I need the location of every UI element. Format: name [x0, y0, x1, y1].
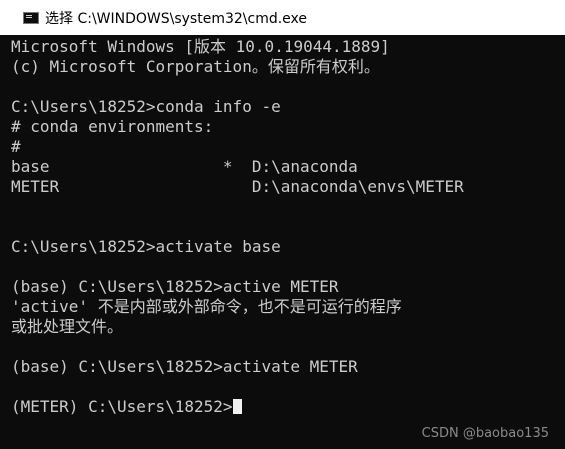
console-line: # conda environments:	[11, 117, 214, 136]
cmd-window: 选择 C:\WINDOWS\system32\cmd.exe Microsoft…	[0, 0, 565, 449]
console-line: 'active' 不是内部或外部命令，也不是可运行的程序	[11, 297, 402, 316]
watermark: CSDN @baobao135	[421, 426, 549, 441]
console-output[interactable]: Microsoft Windows [版本 10.0.19044.1889] (…	[11, 37, 565, 449]
console-line: #	[11, 137, 21, 156]
console-line: base * D:\anaconda	[11, 157, 358, 176]
prompt-line[interactable]: (METER) C:\Users\18252>	[11, 397, 565, 417]
title-bar[interactable]: 选择 C:\WINDOWS\system32\cmd.exe	[0, 0, 565, 35]
console-line: (c) Microsoft Corporation。保留所有权利。	[11, 57, 380, 76]
text-cursor	[232, 399, 242, 414]
console-line: (base) C:\Users\18252>activate METER	[11, 357, 358, 376]
prompt-text: (METER) C:\Users\18252>	[11, 397, 233, 416]
cmd-icon	[23, 11, 39, 24]
window-title: 选择 C:\WINDOWS\system32\cmd.exe	[45, 10, 308, 27]
console-line: 或批处理文件。	[11, 317, 124, 336]
console-line: Microsoft Windows [版本 10.0.19044.1889]	[11, 37, 390, 56]
console-line: C:\Users\18252>conda info -e	[11, 97, 281, 116]
console-line: METER D:\anaconda\envs\METER	[11, 177, 464, 196]
console-line: C:\Users\18252>activate base	[11, 237, 281, 256]
console-line: (base) C:\Users\18252>active METER	[11, 277, 339, 296]
